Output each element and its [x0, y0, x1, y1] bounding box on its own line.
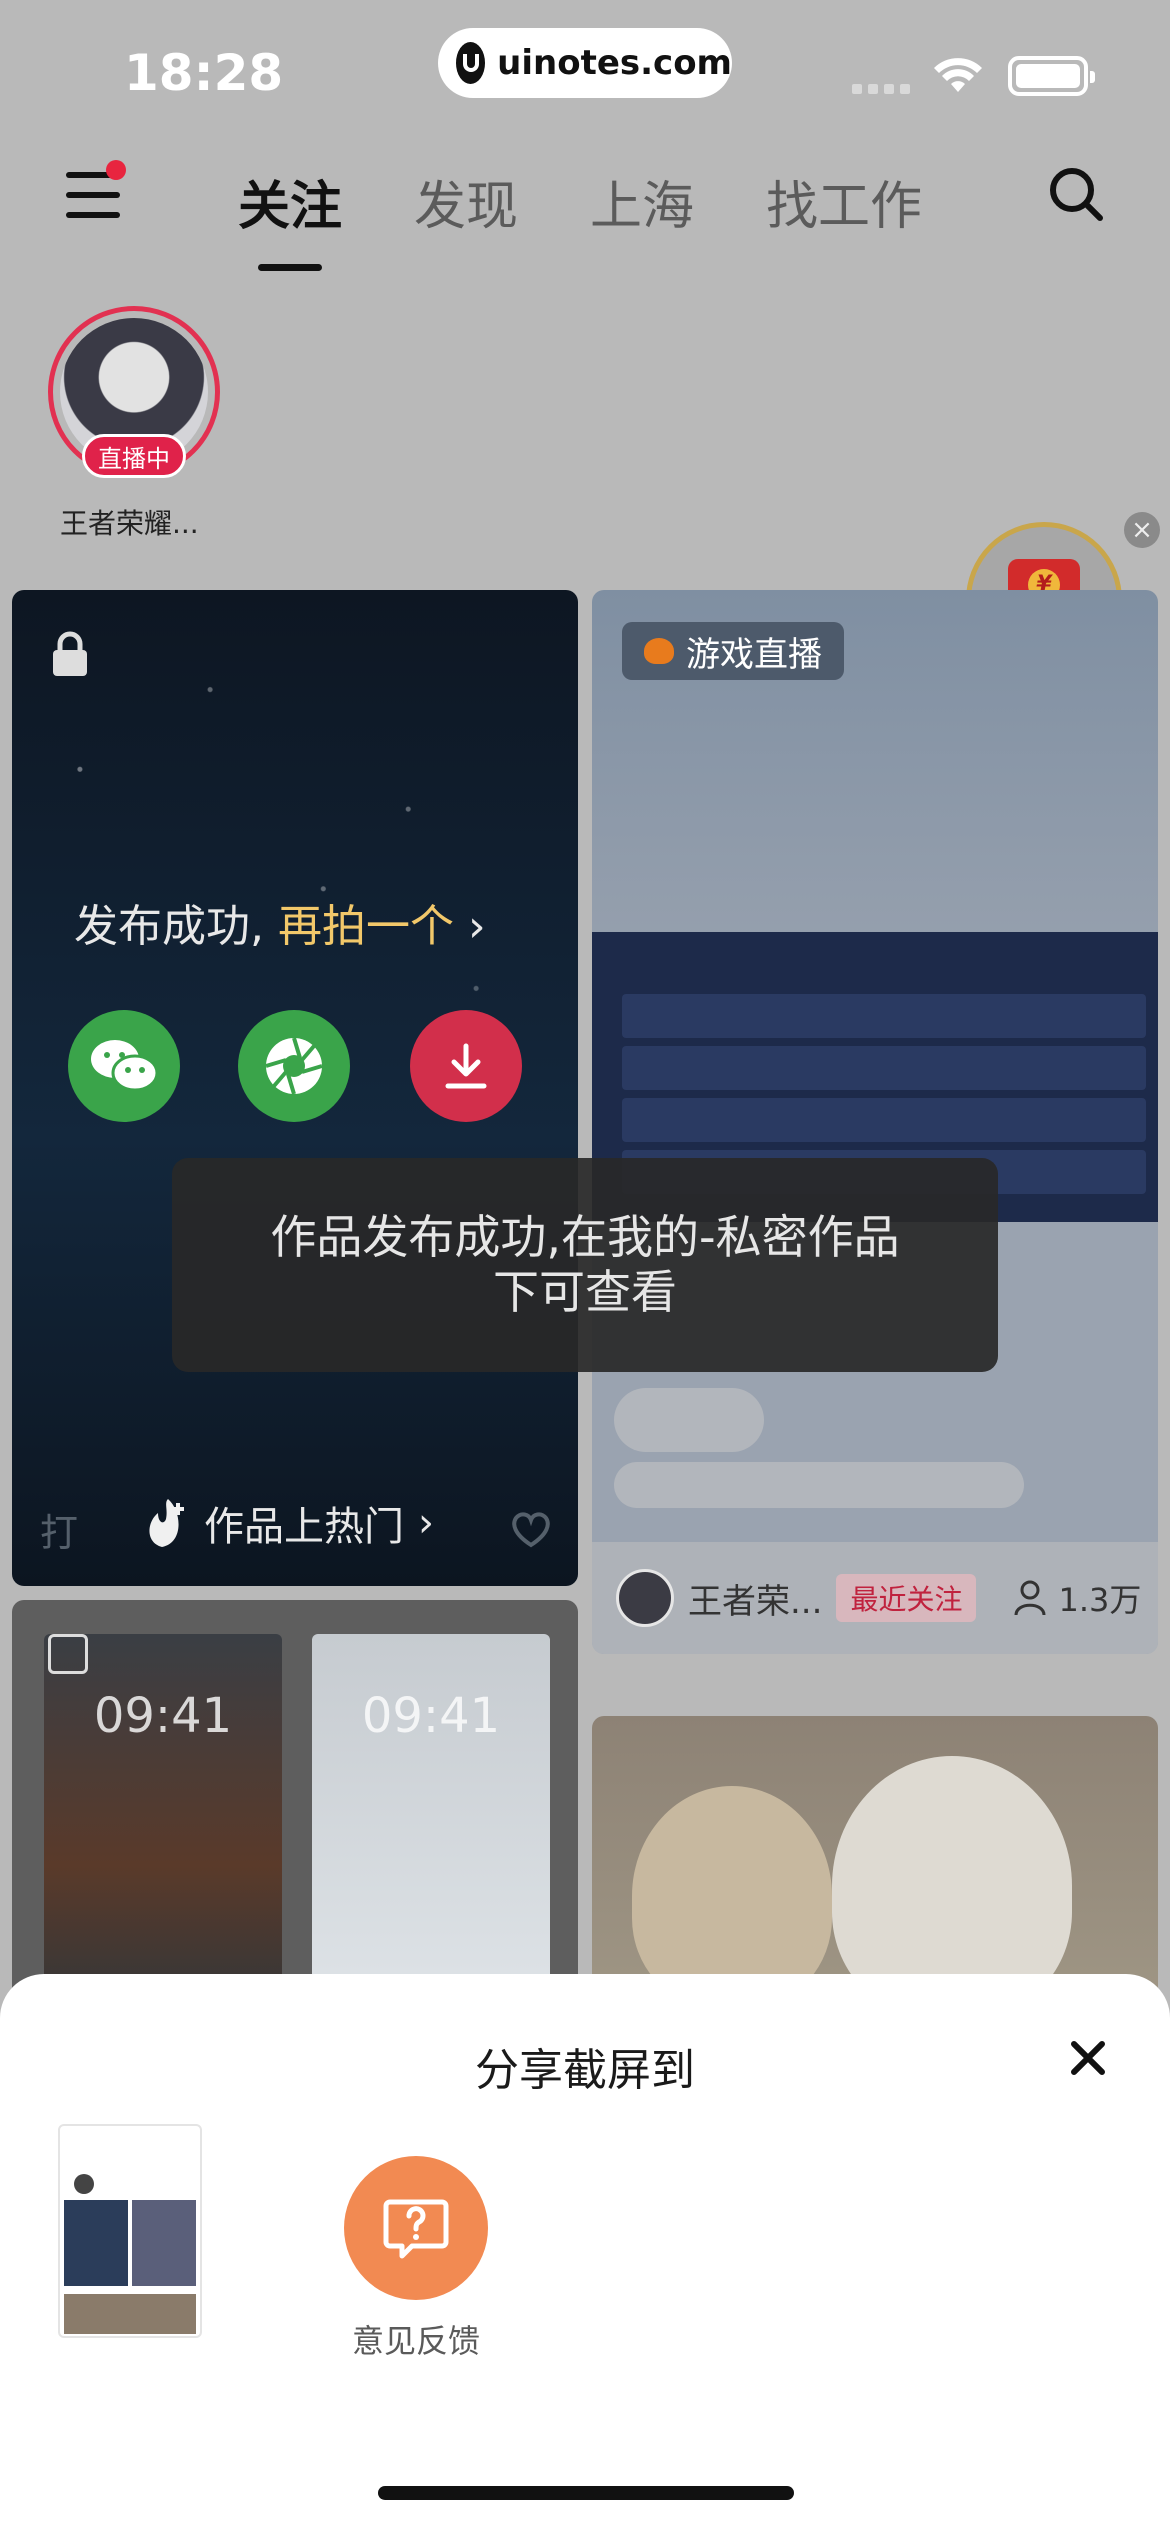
- home-indicator: [378, 2486, 794, 2500]
- moments-shutter-icon: [265, 1037, 323, 1095]
- tab-jobs[interactable]: 找工作: [766, 164, 922, 239]
- image-icon: [48, 1634, 88, 1674]
- recent-follow-badge: 最近关注: [836, 1574, 977, 1622]
- author-name: 王者荣...: [688, 1581, 823, 1622]
- shoot-again-link[interactable]: 再拍一个: [278, 901, 454, 952]
- feedback-label: 意见反馈: [351, 2322, 480, 2360]
- sheet-title: 分享截屏到: [475, 2045, 695, 2096]
- pumpkin-icon: [644, 638, 674, 664]
- feedback-button[interactable]: [344, 2156, 488, 2300]
- uinotes-logo-icon: [456, 42, 486, 84]
- card-author-name: 打: [40, 1511, 79, 1555]
- toast-line-2: 下可查看: [493, 1265, 677, 1319]
- promote-hot-button[interactable]: 作品上热门 ›: [142, 1494, 434, 1552]
- toast-message: 作品发布成功,在我的-私密作品 下可查看: [172, 1158, 998, 1372]
- flame-plus-icon: [149, 1499, 184, 1547]
- comment-bubble: [614, 1462, 1024, 1508]
- tab-shanghai[interactable]: 上海: [590, 164, 694, 239]
- wallpaper-preview-right: 09:41: [312, 1634, 550, 2020]
- cellular-signal-icon: [852, 84, 912, 94]
- feed-card-wallpaper[interactable]: 09:41 09:41: [12, 1600, 578, 2020]
- download-button[interactable]: [410, 1010, 522, 1122]
- promote-hot-label: 作品上热门: [204, 1504, 404, 1550]
- lock-icon: [53, 631, 87, 676]
- battery-icon: [1008, 56, 1095, 96]
- url-text: uinotes.com: [497, 43, 732, 83]
- url-pill[interactable]: uinotes.com: [438, 28, 732, 98]
- chevron-right-icon: ›: [418, 1500, 434, 1546]
- share-sheet: 分享截屏到 意见反馈: [0, 1974, 1170, 2532]
- avatar-name: 王者荣耀...: [60, 507, 199, 540]
- viewer-count: 1.3万: [1058, 1581, 1142, 1619]
- author-avatar[interactable]: [616, 1569, 674, 1627]
- status-time: 18:28: [124, 44, 284, 102]
- publish-title: 发布成功, 再拍一个 ›: [74, 890, 486, 954]
- comment-bubble: [614, 1388, 764, 1452]
- wallpaper-time-left: 09:41: [93, 1688, 233, 1744]
- wifi-icon: [934, 58, 982, 92]
- chevron-right-icon: ›: [468, 901, 486, 952]
- feed-card-private[interactable]: 发布成功, 再拍一个 › 打 作品上热门 ›: [12, 590, 578, 1586]
- close-icon[interactable]: ×: [1124, 512, 1160, 548]
- live-badge: 直播中: [82, 434, 186, 478]
- game-live-label: 游戏直播: [686, 634, 822, 675]
- share-moments-button[interactable]: [238, 1010, 350, 1122]
- game-live-tag: 游戏直播: [622, 622, 844, 680]
- search-icon[interactable]: [1046, 164, 1106, 224]
- anime-character-image: [632, 1786, 832, 2006]
- question-bubble-icon: [383, 2199, 449, 2259]
- wechat-icon: [91, 1040, 159, 1092]
- tab-following[interactable]: 关注: [238, 164, 342, 271]
- download-icon: [445, 1043, 487, 1089]
- wallpaper-time-right: 09:41: [361, 1688, 501, 1744]
- tab-discover[interactable]: 发现: [414, 164, 518, 239]
- notification-dot: [106, 160, 126, 180]
- user-icon: [1014, 1580, 1046, 1616]
- close-icon[interactable]: [1066, 2036, 1110, 2080]
- screenshot-thumbnail[interactable]: [58, 2124, 202, 2338]
- top-tabs: 关注 发现 上海 找工作: [238, 164, 994, 271]
- share-wechat-button[interactable]: [68, 1010, 180, 1122]
- heart-icon[interactable]: [510, 1510, 552, 1548]
- publish-success-text: 发布成功,: [74, 901, 264, 952]
- wallpaper-preview-left: 09:41: [44, 1634, 282, 2020]
- card-footer: 王者荣... 最近关注 1.3万: [592, 1542, 1158, 1654]
- feed-card-live[interactable]: 游戏直播 王者荣... 最近关注 1.3万: [592, 590, 1158, 1654]
- toast-line-1: 作品发布成功,在我的-私密作品: [270, 1209, 900, 1264]
